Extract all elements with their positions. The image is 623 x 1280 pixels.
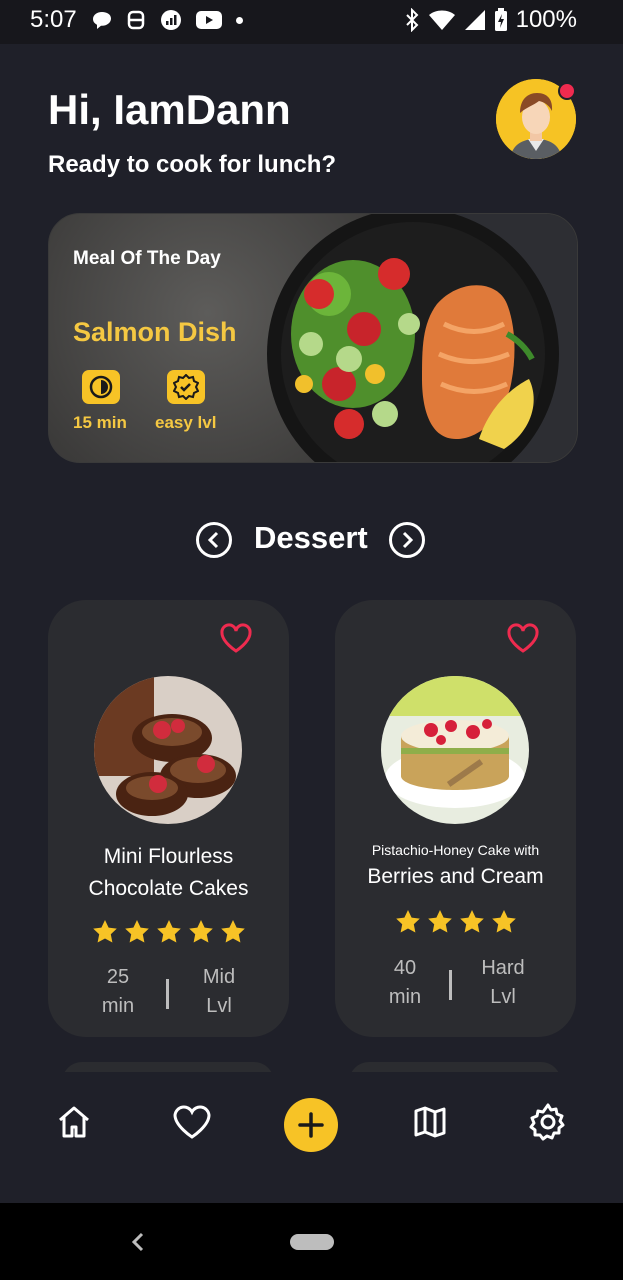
system-icons: 100% bbox=[404, 6, 577, 34]
recipe-image bbox=[94, 676, 242, 824]
badge-check-icon bbox=[167, 370, 205, 404]
battery-icon bbox=[494, 8, 507, 31]
nav-settings[interactable] bbox=[526, 1100, 570, 1144]
category-title: Dessert bbox=[254, 520, 368, 555]
recipe-card[interactable]: Mini Flourless Chocolate Cakes 25 min Mi… bbox=[48, 600, 289, 1037]
recipe-level-value: Mid bbox=[202, 966, 236, 988]
chevron-right-icon bbox=[402, 531, 414, 549]
recipe-time: 25 min bbox=[96, 963, 140, 1021]
recipe-image bbox=[381, 676, 529, 824]
star-icon bbox=[459, 910, 484, 933]
greeting-subtitle: Ready to cook for lunch? bbox=[48, 151, 337, 178]
meal-title: Salmon Dish bbox=[73, 317, 237, 347]
heart-icon bbox=[173, 1105, 211, 1139]
star-icon bbox=[491, 910, 516, 933]
cell-signal-icon bbox=[464, 10, 485, 30]
category-selector: Dessert bbox=[0, 518, 623, 564]
youtube-icon bbox=[196, 11, 222, 29]
star-icon bbox=[92, 920, 117, 943]
chevron-left-icon bbox=[207, 531, 219, 549]
meal-level: easy lvl bbox=[155, 413, 217, 432]
star-icon bbox=[220, 920, 245, 943]
settings-icon bbox=[529, 1103, 565, 1141]
star-icon bbox=[124, 920, 149, 943]
category-prev-button[interactable] bbox=[196, 522, 232, 558]
nav-add-button[interactable] bbox=[284, 1098, 338, 1152]
add-icon bbox=[298, 1112, 324, 1138]
stat-divider bbox=[166, 979, 169, 1009]
star-icon bbox=[395, 910, 420, 933]
recipe-time-value: 40 bbox=[393, 957, 417, 979]
recipe-name-line1: Pistachio-Honey Cake with bbox=[371, 842, 540, 858]
star-icon bbox=[188, 920, 213, 943]
meal-time: 15 min bbox=[73, 413, 127, 432]
meal-of-the-day-card[interactable]: Meal Of The Day Salmon Dish 15 min easy … bbox=[48, 213, 578, 463]
recipe-name: Mini Flourless Chocolate Cakes bbox=[48, 841, 289, 905]
recipe-level-unit: Lvl bbox=[490, 986, 516, 1008]
recipe-level-value: Hard bbox=[481, 957, 525, 979]
app-notification-icon bbox=[127, 10, 145, 30]
wifi-icon bbox=[428, 10, 455, 30]
recipe-time: 40 min bbox=[383, 954, 427, 1012]
recipe-time-unit: min bbox=[101, 995, 135, 1017]
stat-divider bbox=[449, 970, 452, 1000]
recipe-level-unit: Lvl bbox=[206, 995, 232, 1017]
favorite-heart-icon[interactable] bbox=[506, 622, 540, 654]
meal-label: Meal Of The Day bbox=[73, 248, 221, 269]
bottom-navigation bbox=[0, 1072, 623, 1203]
recipe-name-line2: Berries and Cream bbox=[367, 865, 544, 888]
back-icon[interactable] bbox=[128, 1229, 148, 1255]
signal-app-icon bbox=[161, 10, 181, 30]
star-icon bbox=[156, 920, 181, 943]
favorite-heart-icon[interactable] bbox=[219, 622, 253, 654]
recipe-time-value: 25 bbox=[106, 966, 130, 988]
recipe-level: Hard Lvl bbox=[475, 954, 531, 1012]
category-next-button[interactable] bbox=[389, 522, 425, 558]
recipe-name-line1: Mini Flourless bbox=[103, 845, 234, 868]
map-icon bbox=[414, 1106, 446, 1138]
status-time: 5:07 bbox=[30, 6, 77, 33]
nav-home[interactable] bbox=[52, 1100, 96, 1144]
status-bar: 5:07 100% bbox=[0, 0, 623, 44]
system-navigation-bar bbox=[0, 1203, 623, 1280]
rating-stars bbox=[48, 919, 289, 945]
recipe-name-line2: Chocolate Cakes bbox=[88, 877, 249, 900]
bluetooth-icon bbox=[405, 8, 419, 32]
star-icon bbox=[427, 910, 452, 933]
battery-percent: 100% bbox=[515, 6, 577, 33]
notification-badge bbox=[558, 82, 576, 100]
nav-favorites[interactable] bbox=[170, 1100, 214, 1144]
more-notifications-dot bbox=[236, 16, 243, 24]
greeting-title: Hi, IamDann bbox=[48, 86, 291, 133]
home-pill[interactable] bbox=[290, 1234, 334, 1250]
home-icon bbox=[59, 1106, 89, 1138]
clock-icon bbox=[82, 370, 120, 404]
chat-icon bbox=[93, 12, 111, 29]
recipe-level: Mid Lvl bbox=[194, 963, 244, 1021]
nav-map[interactable] bbox=[408, 1100, 452, 1144]
recipe-card[interactable]: Pistachio-Honey Cake with Berries and Cr… bbox=[335, 600, 576, 1037]
rating-stars bbox=[335, 909, 576, 935]
notification-icons bbox=[92, 9, 243, 31]
recipe-time-unit: min bbox=[388, 986, 422, 1008]
